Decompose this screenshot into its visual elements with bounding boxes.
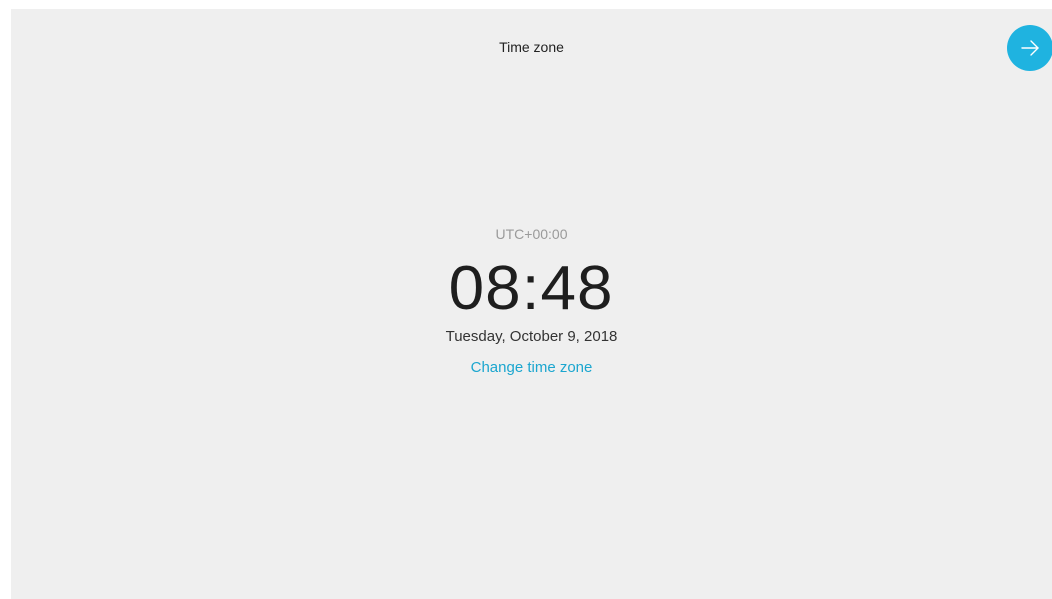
setup-screen: Time zone UTC+00:00 08:48 Tuesday, Octob… (11, 9, 1052, 599)
next-button[interactable] (1007, 25, 1052, 71)
utc-offset-label: UTC+00:00 (495, 226, 568, 242)
current-date: Tuesday, October 9, 2018 (445, 328, 618, 345)
change-time-zone-link[interactable]: Change time zone (11, 359, 1052, 376)
page-title: Time zone (499, 39, 564, 55)
current-time: 08:48 (11, 251, 1052, 324)
arrow-right-icon (1021, 40, 1039, 56)
current-time-text: 08:48 (449, 254, 614, 323)
